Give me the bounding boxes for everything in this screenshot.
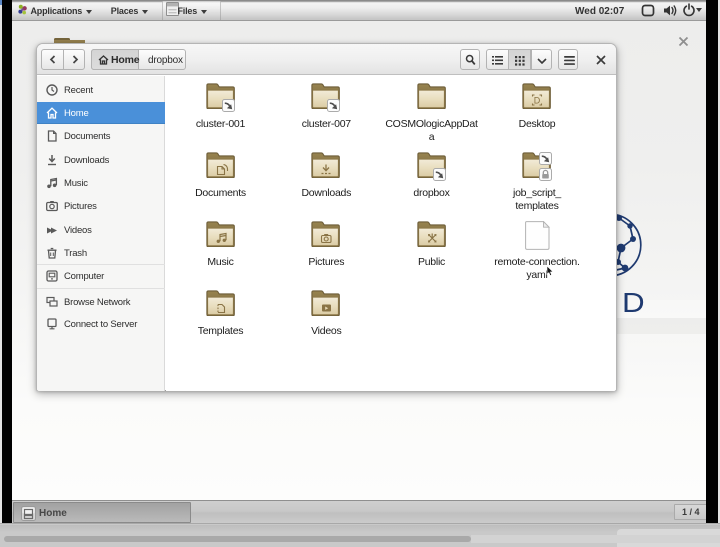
svg-text:D: D [534,95,541,105]
